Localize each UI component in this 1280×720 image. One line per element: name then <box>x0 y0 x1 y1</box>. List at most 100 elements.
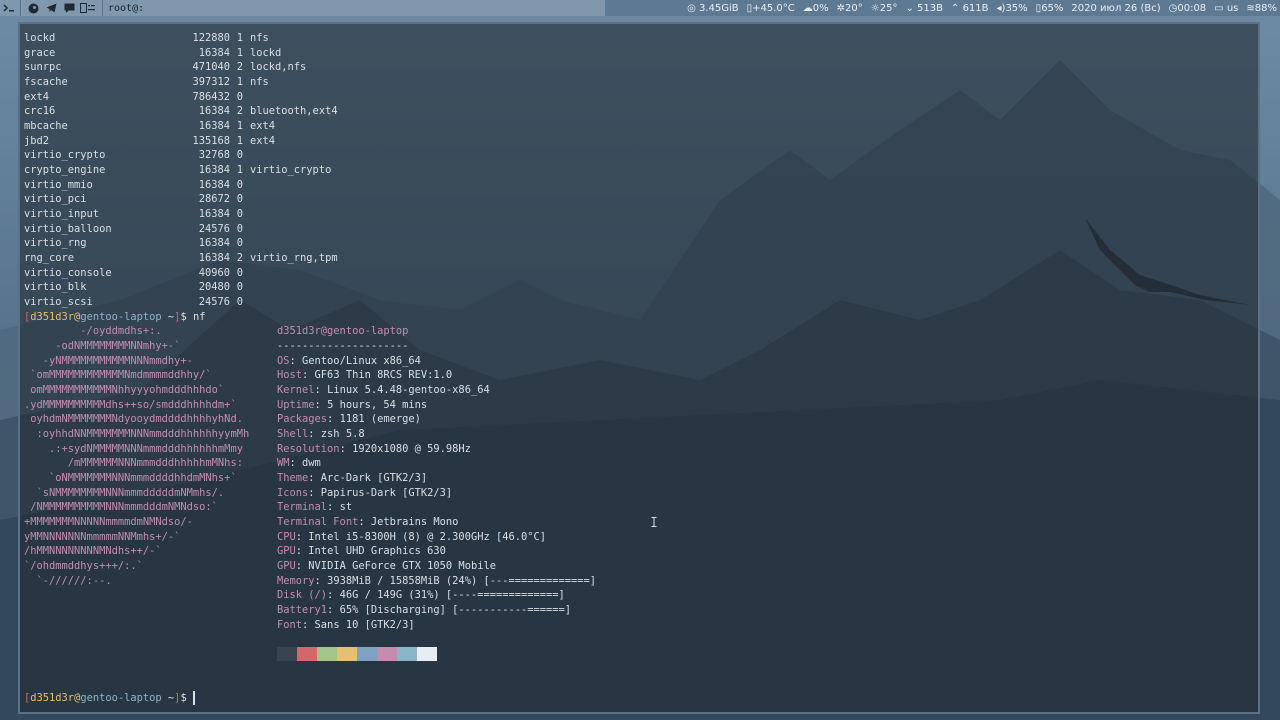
module-row: virtio_console 40960 0 <box>24 266 250 280</box>
info-row: Resolution: 1920x1080 @ 59.98Hz <box>277 443 471 455</box>
module-row: virtio_rng 16384 0 <box>24 236 250 250</box>
module-size: 24576 <box>198 223 230 235</box>
module-name: lockd <box>24 32 56 44</box>
module-row: jbd2 135168 1 ext4 <box>24 134 275 148</box>
info-separator: --------------------- <box>277 340 409 352</box>
info-row: OS: Gentoo/Linux x86_64 <box>277 355 421 367</box>
info-row: GPU: Intel UHD Graphics 630 <box>277 545 446 557</box>
weather-precip-value: 0% <box>812 2 829 14</box>
info-key: Kernel <box>277 384 315 396</box>
module-name: crypto_engine <box>24 164 106 176</box>
module-used-by: nfs <box>250 32 269 44</box>
info-key: WM <box>277 457 290 469</box>
status-area: ◎ 3.45GiB ▯+45.0°C ☁0% ✲20° ☼25° ⌄ 513B … <box>605 0 1280 16</box>
info-row: Terminal Font: Jetbrains Mono <box>277 516 459 528</box>
info-row: Font: Sans 10 [GTK2/3] <box>277 619 415 631</box>
module-size: 24576 <box>198 296 230 308</box>
shell-prompt: [d351d3r@gentoo-laptop ~]$ nf <box>24 311 206 323</box>
module-row: virtio_crypto 32768 0 <box>24 148 250 162</box>
info-value: Gentoo/Linux x86_64 <box>302 355 421 367</box>
prompt-user: d351d3r <box>30 692 75 704</box>
wifi-value: 88% <box>1254 2 1277 14</box>
info-value: Linux 5.4.48-gentoo-x86_64 <box>327 384 490 396</box>
module-size: 16384 <box>198 105 230 117</box>
module-row: mbcache 16384 1 ext4 <box>24 119 275 133</box>
module-name: virtio_blk <box>24 281 87 293</box>
net-down-status: ⌄ 513B <box>905 2 943 14</box>
info-key: Disk (/) <box>277 589 328 601</box>
cpu-temp-status: ▯+45.0°C <box>746 2 795 14</box>
module-row: ext4 786432 0 <box>24 90 250 104</box>
info-row: Icons: Papirus-Dark [GTK2/3] <box>277 487 453 499</box>
info-row: Kernel: Linux 5.4.48-gentoo-x86_64 <box>277 384 490 396</box>
mouse-ibeam-cursor-icon <box>651 517 657 527</box>
info-row: Host: GF63 Thin 8RCS REV:1.0 <box>277 369 453 381</box>
sun-value: 25° <box>879 2 898 14</box>
module-size: 16384 <box>198 208 230 220</box>
module-used: 1 <box>236 164 243 176</box>
info-key: Terminal Font <box>277 516 359 528</box>
telegram-icon[interactable] <box>42 0 60 16</box>
info-key: Terminal <box>277 501 328 513</box>
info-key: Icons <box>277 487 309 499</box>
module-used: 1 <box>236 76 243 88</box>
module-row: sunrpc 471040 2 lockd,nfs <box>24 60 306 74</box>
prompt-symbol: $ <box>180 692 187 704</box>
module-used: 0 <box>236 208 243 220</box>
info-row: GPU: NVIDIA GeForce GTX 1050 Mobile <box>277 560 496 572</box>
shell-prompt-active[interactable]: [d351d3r@gentoo-laptop ~]$ <box>24 691 195 705</box>
info-key: Host <box>277 369 303 381</box>
module-used: 1 <box>236 120 243 132</box>
terminal-window[interactable]: lockd 122880 1 nfs grace 16384 1 lockd sunrpc 4… <box>18 22 1260 714</box>
window-title: root@: <box>108 2 145 14</box>
terminal-icon[interactable] <box>0 0 18 16</box>
module-name: jbd2 <box>24 135 50 147</box>
module-size: 32768 <box>198 149 230 161</box>
module-used: 0 <box>236 223 243 235</box>
module-used-by: lockd <box>250 47 282 59</box>
module-row: crc16 16384 2 bluetooth,ext4 <box>24 104 338 118</box>
module-used: 0 <box>236 237 243 249</box>
palette-swatch <box>417 647 437 661</box>
module-row: rng_core 16384 2 virtio_rng,tpm <box>24 251 338 265</box>
module-used-by: bluetooth,ext4 <box>250 105 338 117</box>
logo-line: .ydMMMMMMMMMMdhs++so/smdddhhhhdm+` <box>24 399 237 411</box>
wifi-status[interactable]: ≋88% <box>1243 3 1280 14</box>
logo-line: `sNMMMMMMMMNNNmmmdddddmNMmhs/. <box>24 487 225 499</box>
info-row: CPU: Intel i5-8300H (8) @ 2.300GHz [46.0… <box>277 531 547 543</box>
module-used: 0 <box>236 149 243 161</box>
module-row: virtio_pci 28672 0 <box>24 192 250 206</box>
module-size: 122880 <box>192 32 230 44</box>
module-row: grace 16384 1 lockd <box>24 46 281 60</box>
color-palette <box>277 647 437 661</box>
module-used: 0 <box>236 281 243 293</box>
module-used: 2 <box>236 105 243 117</box>
clock-value: 00:08 <box>1177 2 1207 14</box>
module-name: virtio_scsi <box>24 296 93 308</box>
info-row: Terminal: st <box>277 501 353 513</box>
module-name: grace <box>24 47 56 59</box>
module-size: 16384 <box>198 47 230 59</box>
memory-status: ◎ 3.45GiB <box>687 2 739 14</box>
info-value: Intel UHD Graphics 630 <box>308 545 446 557</box>
palette-swatch <box>297 647 317 661</box>
module-used: 0 <box>236 296 243 308</box>
chat-icon[interactable] <box>60 0 78 16</box>
layout-tile-icon[interactable] <box>78 0 100 16</box>
logo-line: +MMMMMMMNNNNNmmmmdmNMNdso/- <box>24 516 193 528</box>
info-value: Jetbrains Mono <box>370 516 459 528</box>
brightness-status[interactable]: ▯65% <box>1033 3 1067 14</box>
divider <box>102 0 103 16</box>
info-row: Shell: zsh 5.8 <box>277 428 365 440</box>
module-used: 1 <box>236 135 243 147</box>
keyboard-layout-status[interactable]: ▭ us <box>1211 3 1241 14</box>
module-row: virtio_mmio 16384 0 <box>24 178 250 192</box>
module-used: 0 <box>236 267 243 279</box>
info-key: Theme <box>277 472 309 484</box>
prompt-host: gentoo-laptop <box>80 311 162 323</box>
info-key: GPU <box>277 560 296 572</box>
divider <box>20 0 21 16</box>
gentoo-icon[interactable] <box>24 0 42 16</box>
volume-status[interactable]: ◂)35% <box>994 3 1031 14</box>
date-status: 2020 июл 26 (Вс) <box>1071 2 1161 14</box>
